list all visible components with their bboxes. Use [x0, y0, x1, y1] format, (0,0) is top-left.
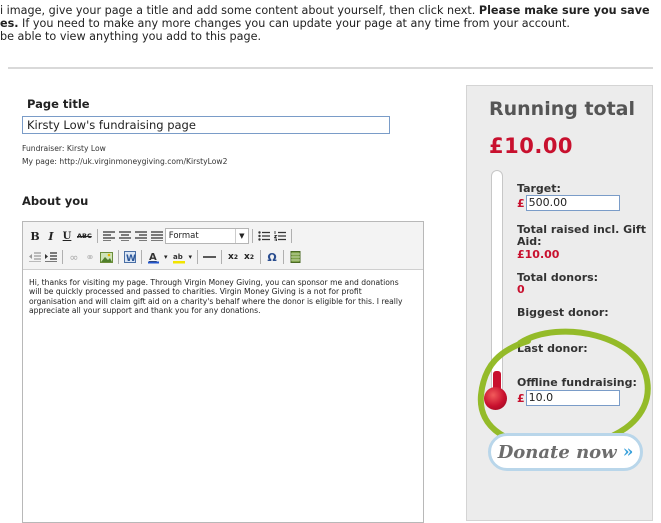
- intro-line1: i image, give your page a title and add …: [0, 4, 479, 17]
- outdent-icon[interactable]: [27, 248, 43, 266]
- align-left-icon[interactable]: [101, 227, 117, 245]
- target-field: £ 500.00: [517, 195, 620, 211]
- donate-now-button[interactable]: Donate now »: [488, 433, 643, 471]
- unlink-icon[interactable]: ⚭: [82, 248, 98, 266]
- toolbar-separator: [118, 250, 119, 264]
- link-icon[interactable]: ∞: [66, 248, 82, 266]
- superscript-icon[interactable]: x2: [241, 248, 257, 266]
- align-justify-icon[interactable]: [149, 227, 165, 245]
- horizontal-rule-icon[interactable]: [201, 248, 218, 266]
- intro-line2: If you need to make any more changes you…: [18, 17, 570, 30]
- target-label: Target:: [517, 182, 561, 195]
- donors-value: 0: [517, 283, 525, 296]
- media-icon[interactable]: [287, 248, 303, 266]
- intro-text: i image, give your page a title and add …: [0, 4, 661, 43]
- target-input[interactable]: 500.00: [525, 195, 620, 211]
- toolbar-separator: [96, 229, 98, 243]
- page-title-input[interactable]: Kirsty Low's fundraising page: [22, 116, 390, 134]
- raised-label: Total raised incl. Gift Aid:: [517, 223, 646, 248]
- toolbar-separator: [251, 229, 253, 243]
- fundraiser-line: Fundraiser: Kirsty Low: [22, 144, 106, 153]
- toolbar-separator: [260, 250, 262, 264]
- toolbar-separator: [290, 229, 292, 243]
- biggest-donor-label: Biggest donor:: [517, 306, 609, 319]
- divider: [8, 67, 653, 69]
- double-chevron-right-icon: »: [622, 442, 634, 462]
- toolbar-separator: [221, 250, 223, 264]
- underline-icon[interactable]: U: [59, 227, 75, 245]
- about-you-label: About you: [22, 194, 89, 208]
- bold-icon[interactable]: B: [27, 227, 43, 245]
- donate-now-label: Donate now: [497, 441, 617, 463]
- target-currency: £: [517, 196, 525, 210]
- text-color-icon[interactable]: A ▾: [145, 248, 170, 266]
- indent-icon[interactable]: [43, 248, 59, 266]
- highlight-color-icon[interactable]: ab ▾: [170, 248, 195, 266]
- thermometer-tube: [491, 170, 503, 394]
- format-select-label: Format: [168, 231, 199, 241]
- unordered-list-icon[interactable]: [256, 227, 272, 245]
- offline-fundraising-field: £ 10.0: [517, 390, 620, 406]
- align-right-icon[interactable]: [133, 227, 149, 245]
- intro-line2-bold: es.: [0, 17, 19, 30]
- align-center-icon[interactable]: [117, 227, 133, 245]
- chevron-down-icon: ▼: [234, 229, 248, 243]
- about-text-area[interactable]: Hi, thanks for visiting my page. Through…: [29, 278, 409, 315]
- subscript-icon[interactable]: x2: [225, 248, 241, 266]
- svg-text:A: A: [149, 252, 157, 263]
- ordered-list-icon[interactable]: [272, 227, 288, 245]
- toolbar-separator: [62, 250, 63, 264]
- offline-fundraising-label: Offline fundraising:: [517, 376, 637, 389]
- toolbar-separator: [197, 250, 199, 264]
- running-total-amount: £10.00: [489, 134, 574, 158]
- svg-text:ab: ab: [173, 253, 183, 261]
- paste-word-icon[interactable]: W: [122, 248, 138, 266]
- offline-currency: £: [517, 391, 525, 405]
- intro-line1-bold: Please make sure you save: [478, 4, 650, 17]
- strikethrough-icon[interactable]: ABC: [75, 227, 94, 245]
- toolbar-separator: [141, 250, 142, 264]
- svg-text:W: W: [126, 254, 136, 263]
- italic-icon[interactable]: I: [43, 227, 59, 245]
- running-total-title: Running total: [489, 98, 636, 120]
- toolbar-row-2: ∞ ⚭ W A ▾ ab ▾ x2 x2 Ω: [27, 248, 303, 266]
- donors-label: Total donors:: [517, 271, 599, 284]
- image-icon[interactable]: [98, 248, 115, 266]
- format-select[interactable]: Format ▼: [164, 228, 249, 244]
- about-editor: B I U ABC Format ▼ ∞ ⚭ W A ▾ ab ▾ x 2 x …: [22, 221, 424, 523]
- toolbar-row-1: B I U ABC Format ▼: [27, 227, 295, 245]
- raised-value: £10.00: [517, 248, 560, 261]
- intro-line3: be able to view anything you add to this…: [0, 30, 262, 43]
- thermometer-bulb: [484, 387, 507, 410]
- special-char-icon[interactable]: Ω: [264, 248, 280, 266]
- mypage-line: My page: http://uk.virginmoneygiving.com…: [22, 157, 228, 166]
- offline-fundraising-input[interactable]: 10.0: [525, 390, 620, 406]
- toolbar-separator: [283, 250, 285, 264]
- editor-toolbar: B I U ABC Format ▼ ∞ ⚭ W A ▾ ab ▾ x 2 x …: [23, 222, 423, 270]
- page-title-label: Page title: [27, 97, 90, 111]
- last-donor-label: Last donor:: [517, 342, 588, 355]
